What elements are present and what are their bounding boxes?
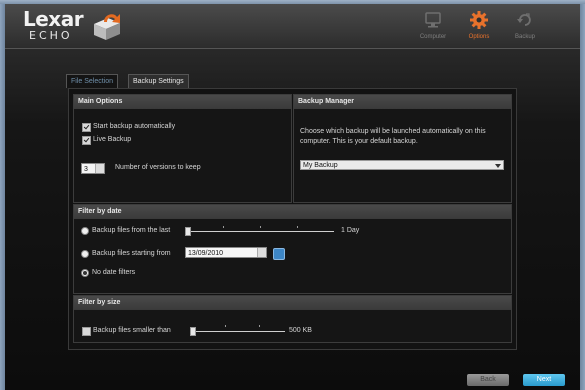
logo-product: ECHO bbox=[29, 29, 73, 42]
nav-computer-label: Computer bbox=[419, 34, 447, 40]
start-date-input[interactable]: 13/09/2010 bbox=[185, 247, 267, 258]
size-slider-thumb[interactable] bbox=[190, 327, 196, 336]
start-date-value: 13/09/2010 bbox=[188, 250, 224, 257]
calendar-icon[interactable] bbox=[273, 248, 285, 260]
live-backup-checkbox[interactable] bbox=[82, 136, 91, 145]
back-button[interactable]: Back bbox=[467, 374, 509, 386]
stepper-arrows-icon[interactable] bbox=[95, 164, 104, 173]
chevron-down-icon bbox=[495, 164, 501, 168]
nav-computer[interactable]: Computer bbox=[413, 10, 453, 44]
no-date-filter-label: No date filters bbox=[92, 269, 136, 276]
next-button[interactable]: Next bbox=[523, 374, 565, 386]
header-bar: Lexar ECHO Computer Options Backup bbox=[5, 4, 580, 49]
smaller-than-label: Backup files smaller than bbox=[93, 327, 171, 334]
date-stepper-arrows-icon[interactable] bbox=[257, 248, 266, 257]
from-last-slider-track[interactable] bbox=[186, 231, 334, 232]
tab-backup-settings[interactable]: Backup Settings bbox=[128, 74, 189, 88]
nav-backup[interactable]: Backup bbox=[505, 10, 545, 44]
default-backup-select[interactable]: My Backup bbox=[300, 160, 504, 170]
nav-options[interactable]: Options bbox=[459, 10, 499, 44]
filter-by-size-panel: Filter by size bbox=[73, 295, 512, 343]
logo-box-icon bbox=[94, 14, 120, 40]
versions-label: Number of versions to keep bbox=[115, 164, 201, 171]
from-last-radio[interactable] bbox=[81, 227, 89, 235]
main-options-title: Main Options bbox=[74, 95, 291, 109]
live-backup-label: Live Backup bbox=[93, 136, 132, 143]
size-slider-track[interactable] bbox=[191, 331, 285, 332]
tab-file-selection[interactable]: File Selection bbox=[66, 74, 119, 88]
versions-value: 3 bbox=[84, 166, 88, 173]
backup-manager-description: Choose which backup will be launched aut… bbox=[300, 128, 486, 145]
no-date-filter-radio[interactable] bbox=[81, 269, 89, 277]
backup-manager-title: Backup Manager bbox=[294, 95, 511, 109]
filter-by-date-panel: Filter by date bbox=[73, 204, 512, 294]
start-backup-label: Start backup automatically bbox=[93, 123, 176, 130]
from-last-slider-thumb[interactable] bbox=[185, 227, 191, 236]
versions-stepper[interactable]: 3 bbox=[81, 163, 105, 174]
logo-brand: Lexar bbox=[23, 7, 84, 31]
slider-tick bbox=[297, 226, 298, 228]
default-backup-value: My Backup bbox=[303, 162, 338, 169]
slider-tick bbox=[260, 226, 261, 228]
starting-from-label: Backup files starting from bbox=[92, 250, 171, 257]
filter-by-date-title: Filter by date bbox=[74, 205, 511, 219]
nav-options-label: Options bbox=[468, 34, 490, 40]
slider-tick bbox=[225, 325, 226, 327]
gear-icon bbox=[470, 11, 488, 29]
backup-icon bbox=[517, 13, 531, 26]
window-frame-right bbox=[580, 4, 585, 390]
nav-backup-label: Backup bbox=[514, 34, 535, 40]
filter-by-size-title: Filter by size bbox=[74, 296, 511, 310]
smaller-than-checkbox[interactable] bbox=[82, 327, 91, 336]
slider-tick bbox=[259, 325, 260, 327]
size-value: 500 KB bbox=[289, 327, 312, 334]
from-last-label: Backup files from the last bbox=[92, 227, 171, 234]
computer-icon bbox=[425, 12, 441, 28]
slider-tick bbox=[223, 226, 224, 228]
starting-from-radio[interactable] bbox=[81, 250, 89, 258]
start-backup-checkbox[interactable] bbox=[82, 123, 91, 132]
backup-manager-panel: Backup Manager bbox=[293, 94, 512, 203]
from-last-value: 1 Day bbox=[341, 227, 360, 234]
header-separator bbox=[5, 48, 580, 49]
main-options-panel: Main Options bbox=[73, 94, 292, 203]
